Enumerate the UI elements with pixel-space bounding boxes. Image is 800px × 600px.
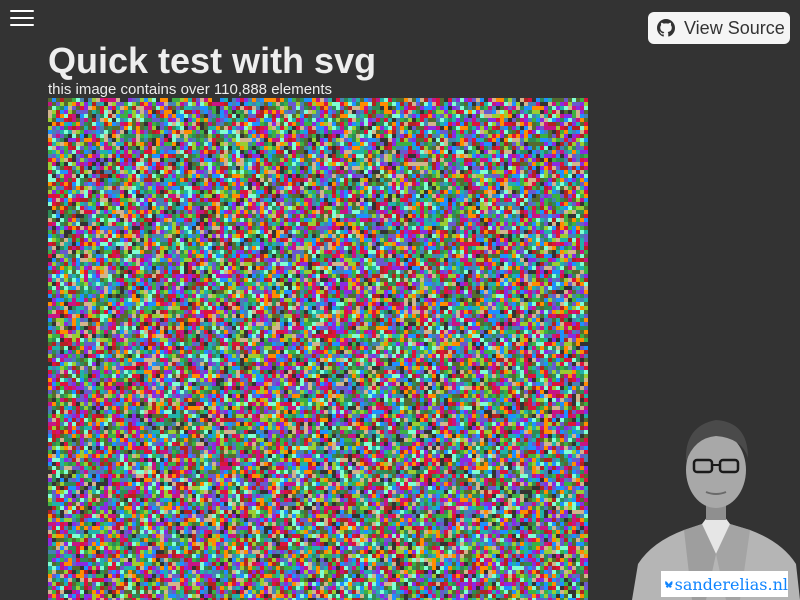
bluesky-butterfly-icon [665,575,673,594]
noise-image [48,98,588,600]
noise-svg [48,98,588,600]
page-title: Quick test with svg [48,38,376,84]
view-source-label: View Source [684,18,785,39]
github-icon [657,19,675,37]
menu-line [10,10,34,12]
bluesky-badge[interactable]: sanderelias.nl [661,571,788,597]
bluesky-badge-text: sanderelias.nl [675,575,788,594]
menu-line [10,24,34,26]
hamburger-menu-icon[interactable] [10,9,34,27]
menu-line [10,17,34,19]
page-subtitle: this image contains over 110,888 element… [48,81,332,99]
page: View Source Quick test with svg this ima… [0,0,800,600]
view-source-button[interactable]: View Source [648,12,790,44]
